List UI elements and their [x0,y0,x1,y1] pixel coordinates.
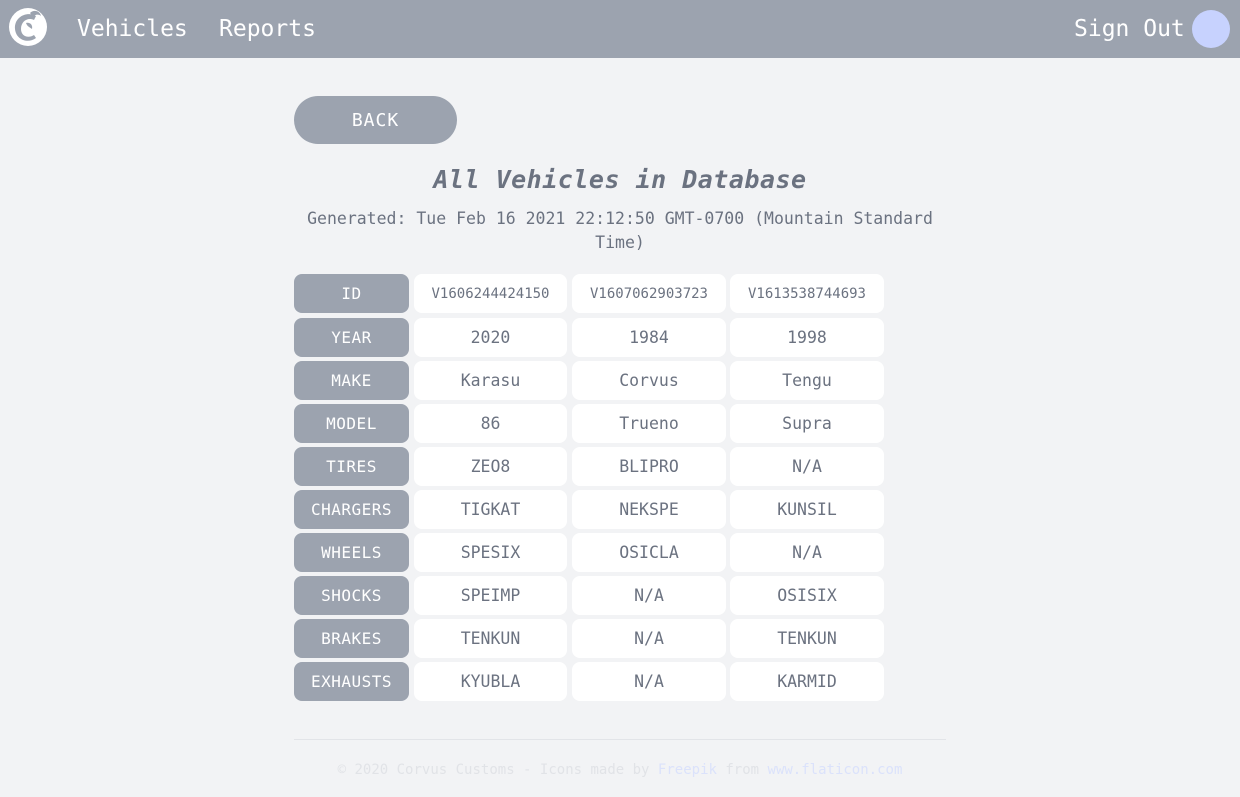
freepik-link[interactable]: Freepik [658,762,717,778]
row-header: MAKE [294,361,409,400]
table-cell: SPEIMP [414,576,567,615]
corvus-logo-icon[interactable] [8,7,48,47]
nav-vehicles-link[interactable]: Vehicles [77,0,188,58]
table-cell: KYUBLA [414,662,567,701]
table-cell: TENKUN [414,619,567,658]
table-cell: Karasu [414,361,567,400]
table-cell: V1607062903723 [572,274,726,313]
generated-timestamp: Generated: Tue Feb 16 2021 22:12:50 GMT-… [307,209,933,252]
table-cell: TIGKAT [414,490,567,529]
table-cell: Tengu [730,361,884,400]
top-navbar: Vehicles Reports Sign Out [0,0,1240,58]
table-cell: ZEO8 [414,447,567,486]
footer-credit-text: © 2020 Corvus Customs - Icons made by [337,762,658,778]
table-cell: V1606244424150 [414,274,567,313]
table-cell: N/A [730,533,884,572]
table-cell: V1613538744693 [730,274,884,313]
row-header: YEAR [294,318,409,357]
table-cell: N/A [730,447,884,486]
table-cell: KARMID [730,662,884,701]
table-cell: N/A [572,662,726,701]
table-cell: TENKUN [730,619,884,658]
table-cell: SPESIX [414,533,567,572]
table-cell: OSICLA [572,533,726,572]
footer-from-text: from [716,762,768,778]
table-cell: Supra [730,404,884,443]
table-cell: NEKSPE [572,490,726,529]
row-header: ID [294,274,409,313]
row-header: WHEELS [294,533,409,572]
table-cell: KUNSIL [730,490,884,529]
table-cell: OSISIX [730,576,884,615]
row-header: EXHAUSTS [294,662,409,701]
table-cell: N/A [572,619,726,658]
row-header: BRAKES [294,619,409,658]
page-title: All Vehicles in Database [433,165,807,194]
avatar[interactable] [1192,10,1230,48]
table-cell: N/A [572,576,726,615]
footer: © 2020 Corvus Customs - Icons made by Fr… [294,758,946,782]
row-header: SHOCKS [294,576,409,615]
sign-out-link[interactable]: Sign Out [1074,0,1185,58]
row-header: MODEL [294,404,409,443]
nav-reports-link[interactable]: Reports [219,0,316,58]
flaticon-link[interactable]: www.flaticon.com [768,762,903,778]
table-cell: 1998 [730,318,884,357]
table-cell: 1984 [572,318,726,357]
row-header: TIRES [294,447,409,486]
row-header: CHARGERS [294,490,409,529]
table-cell: Corvus [572,361,726,400]
table-cell: 86 [414,404,567,443]
table-cell: 2020 [414,318,567,357]
table-cell: Trueno [572,404,726,443]
back-button[interactable]: BACK [294,96,457,144]
footer-divider [294,739,946,740]
table-cell: BLIPRO [572,447,726,486]
